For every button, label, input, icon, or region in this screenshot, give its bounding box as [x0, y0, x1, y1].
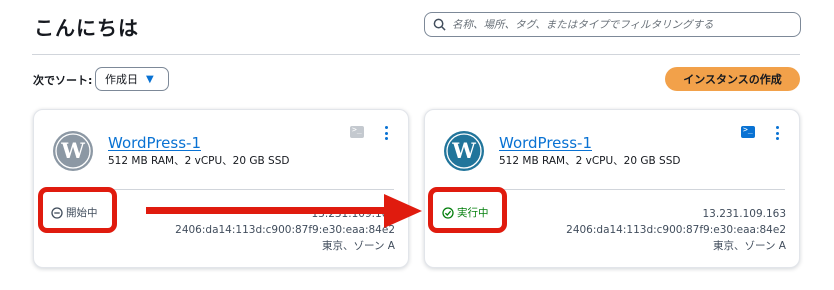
search-input[interactable]: [452, 18, 800, 31]
wordpress-logo: W: [444, 131, 484, 171]
instance-specs: 512 MB RAM、2 vCPU、20 GB SSD: [108, 155, 290, 167]
search-icon: [433, 18, 446, 31]
caret-down-icon: ▼: [146, 73, 154, 85]
header-divider: [32, 54, 800, 55]
instance-name-link[interactable]: WordPress-1: [499, 134, 592, 152]
instance-location: 東京、ゾーン A: [322, 240, 395, 252]
sort-select-value: 作成日: [105, 73, 138, 86]
wordpress-logo: W: [53, 131, 93, 171]
sort-label: 次でソート:: [33, 74, 93, 87]
ip-block: 13.231.109.163 2406:da14:113d:c900:87f9:…: [566, 206, 786, 254]
svg-text:W: W: [60, 138, 85, 163]
ipv6-address: 2406:da14:113d:c900:87f9:e30:eaa:84e2: [566, 224, 786, 236]
instance-name-link[interactable]: WordPress-1: [108, 134, 201, 152]
kebab-menu-icon[interactable]: [773, 124, 781, 142]
create-instance-button[interactable]: インスタンスの作成: [665, 67, 800, 91]
status-highlight-box: [428, 187, 507, 233]
search-field[interactable]: [424, 12, 801, 37]
kebab-menu-icon[interactable]: [382, 124, 390, 142]
svg-text:W: W: [451, 138, 476, 163]
terminal-icon[interactable]: >_: [350, 125, 364, 138]
sort-select[interactable]: 作成日 ▼: [95, 67, 169, 91]
instance-specs: 512 MB RAM、2 vCPU、20 GB SSD: [499, 155, 681, 167]
terminal-icon[interactable]: >_: [741, 125, 755, 138]
annotation-arrow: [146, 194, 422, 228]
ipv4-address: 13.231.109.163: [702, 208, 787, 220]
page-title: こんにちは: [34, 16, 139, 40]
status-highlight-box: [38, 187, 117, 233]
instance-location: 東京、ゾーン A: [713, 240, 786, 252]
